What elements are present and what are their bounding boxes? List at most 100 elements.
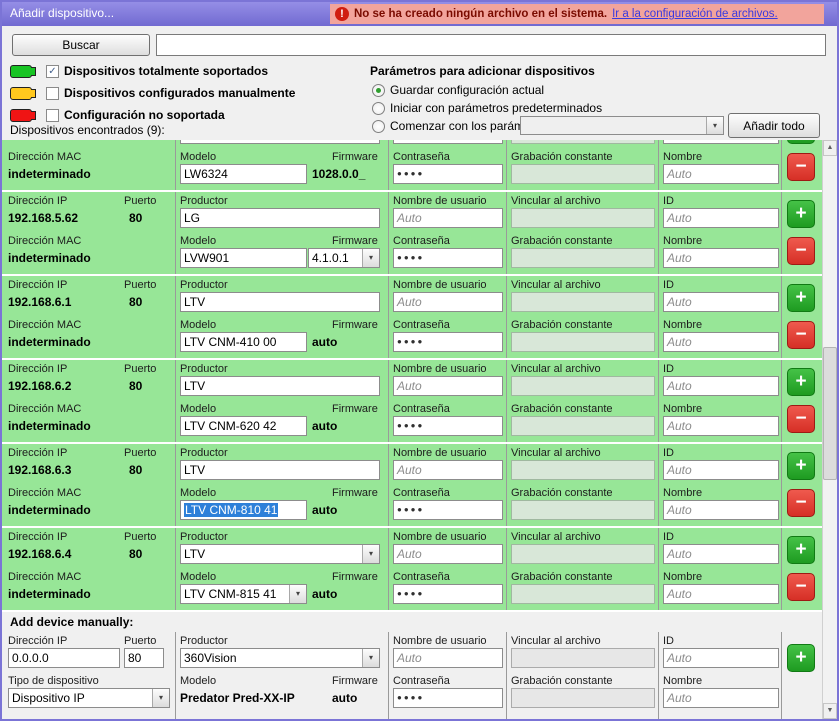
manual-username-input[interactable]: Auto: [393, 648, 503, 668]
password-input[interactable]: ●●●●: [393, 500, 503, 520]
chevron-down-icon[interactable]: ▾: [152, 689, 169, 707]
scroll-down-icon[interactable]: ▼: [823, 703, 837, 719]
add-device-button[interactable]: +: [787, 140, 815, 144]
password-input[interactable]: ●●●●: [393, 584, 503, 604]
add-all-button[interactable]: Añadir todo: [728, 113, 820, 138]
producer-input[interactable]: LTV ▾: [180, 544, 380, 564]
username-input[interactable]: Auto: [393, 460, 503, 480]
remove-device-button[interactable]: −: [787, 153, 815, 181]
id-input[interactable]: Auto: [663, 140, 779, 144]
manual-password-input[interactable]: ●●●●: [393, 688, 503, 708]
link-archive-label: Vincular al archivo: [511, 635, 601, 647]
producer-input[interactable]: LTV: [180, 376, 380, 396]
firmware-label: Firmware: [332, 151, 378, 163]
add-manual-device-button[interactable]: +: [787, 644, 815, 672]
name-input[interactable]: Auto: [663, 248, 779, 268]
name-input[interactable]: Auto: [663, 164, 779, 184]
add-device-button[interactable]: +: [787, 368, 815, 396]
remove-device-button[interactable]: −: [787, 321, 815, 349]
username-input[interactable]: Auto: [393, 208, 503, 228]
constant-recording-label: Grabación constante: [511, 571, 613, 583]
chevron-down-icon[interactable]: ▾: [289, 585, 306, 603]
constant-recording-label: Grabación constante: [511, 319, 613, 331]
params-select[interactable]: ▾: [520, 116, 724, 135]
add-device-button[interactable]: +: [787, 536, 815, 564]
username-input[interactable]: Auto: [393, 292, 503, 312]
username-label: Nombre de usuario: [393, 635, 487, 647]
model-input[interactable]: LTV CNM-810 41: [180, 500, 307, 520]
firmware-select[interactable]: 4.1.0.1 ▾: [308, 248, 380, 268]
remove-device-button[interactable]: −: [787, 489, 815, 517]
password-input[interactable]: ●●●●: [393, 416, 503, 436]
name-input[interactable]: Auto: [663, 584, 779, 604]
id-input[interactable]: Auto: [663, 544, 779, 564]
producer-input[interactable]: LTV: [180, 460, 380, 480]
username-label: Nombre de usuario: [393, 195, 487, 207]
port-value: 80: [129, 376, 142, 396]
search-button[interactable]: Buscar: [12, 34, 150, 56]
port-label: Puerto: [124, 279, 156, 291]
device-row: Dirección IP Puerto 192.168.6.1 80 Direc…: [2, 276, 822, 360]
chevron-down-icon[interactable]: ▾: [706, 117, 723, 134]
radio-start-with-params[interactable]: [372, 120, 385, 133]
manual-checkbox[interactable]: [46, 87, 59, 100]
id-input[interactable]: Auto: [663, 460, 779, 480]
manual-constant-recording-input: [511, 688, 655, 708]
username-label: Nombre de usuario: [393, 531, 487, 543]
id-label: ID: [663, 279, 674, 291]
id-input[interactable]: Auto: [663, 208, 779, 228]
manual-port-input[interactable]: 80: [124, 648, 164, 668]
manual-label: Dispositivos configurados manualmente: [64, 86, 295, 100]
search-input[interactable]: [156, 34, 826, 56]
radio-save-current[interactable]: [372, 84, 385, 97]
chevron-down-icon[interactable]: ▾: [362, 545, 379, 563]
model-input[interactable]: LTV CNM-620 42: [180, 416, 307, 436]
add-device-button[interactable]: +: [787, 200, 815, 228]
scroll-up-icon[interactable]: ▲: [823, 140, 837, 156]
unsupported-checkbox[interactable]: [46, 109, 59, 122]
constant-recording-label: Grabación constante: [511, 487, 613, 499]
model-input[interactable]: LTV CNM-815 41 ▾: [180, 584, 307, 604]
params-title: Parámetros para adicionar dispositivos: [370, 64, 595, 78]
device-type-select[interactable]: Dispositivo IP ▾: [8, 688, 170, 708]
username-input[interactable]: Auto: [393, 376, 503, 396]
constant-recording-input: [511, 248, 655, 268]
username-input[interactable]: Auto: [393, 140, 503, 144]
password-input[interactable]: ●●●●: [393, 248, 503, 268]
radio-save-current-label: Guardar configuración actual: [390, 83, 544, 97]
remove-device-button[interactable]: −: [787, 573, 815, 601]
add-device-button[interactable]: +: [787, 284, 815, 312]
model-input[interactable]: LVW901: [180, 248, 307, 268]
device-type-label: Tipo de dispositivo: [8, 675, 99, 687]
producer-input[interactable]: LG: [180, 208, 380, 228]
username-input[interactable]: Auto: [393, 544, 503, 564]
manual-id-input[interactable]: Auto: [663, 648, 779, 668]
manual-name-input[interactable]: Auto: [663, 688, 779, 708]
scrollbar-thumb[interactable]: [823, 347, 837, 480]
password-input[interactable]: ●●●●: [393, 332, 503, 352]
name-input[interactable]: Auto: [663, 500, 779, 520]
link-archive-label: Vincular al archivo: [511, 363, 601, 375]
remove-device-button[interactable]: −: [787, 237, 815, 265]
radio-default-params[interactable]: [372, 102, 385, 115]
password-input[interactable]: ●●●●: [393, 164, 503, 184]
vertical-scrollbar[interactable]: ▲ ▼: [822, 140, 837, 719]
model-input[interactable]: LW6324: [180, 164, 307, 184]
manual-section-title: Add device manually:: [10, 615, 133, 629]
name-input[interactable]: Auto: [663, 332, 779, 352]
id-input[interactable]: Auto: [663, 292, 779, 312]
model-input[interactable]: LTV CNM-410 00: [180, 332, 307, 352]
name-input[interactable]: Auto: [663, 416, 779, 436]
producer-input[interactable]: [180, 140, 380, 144]
supported-checkbox[interactable]: ✓: [46, 65, 59, 78]
archive-settings-link[interactable]: Ir a la configuración de archivos.: [612, 8, 778, 20]
id-input[interactable]: Auto: [663, 376, 779, 396]
chevron-down-icon[interactable]: ▾: [362, 649, 379, 667]
manual-producer-select[interactable]: 360Vision ▾: [180, 648, 380, 668]
chevron-down-icon[interactable]: ▾: [362, 249, 379, 267]
add-device-button[interactable]: +: [787, 452, 815, 480]
manual-ip-input[interactable]: 0.0.0.0: [8, 648, 120, 668]
model-label: Modelo: [180, 675, 216, 687]
remove-device-button[interactable]: −: [787, 405, 815, 433]
producer-input[interactable]: LTV: [180, 292, 380, 312]
